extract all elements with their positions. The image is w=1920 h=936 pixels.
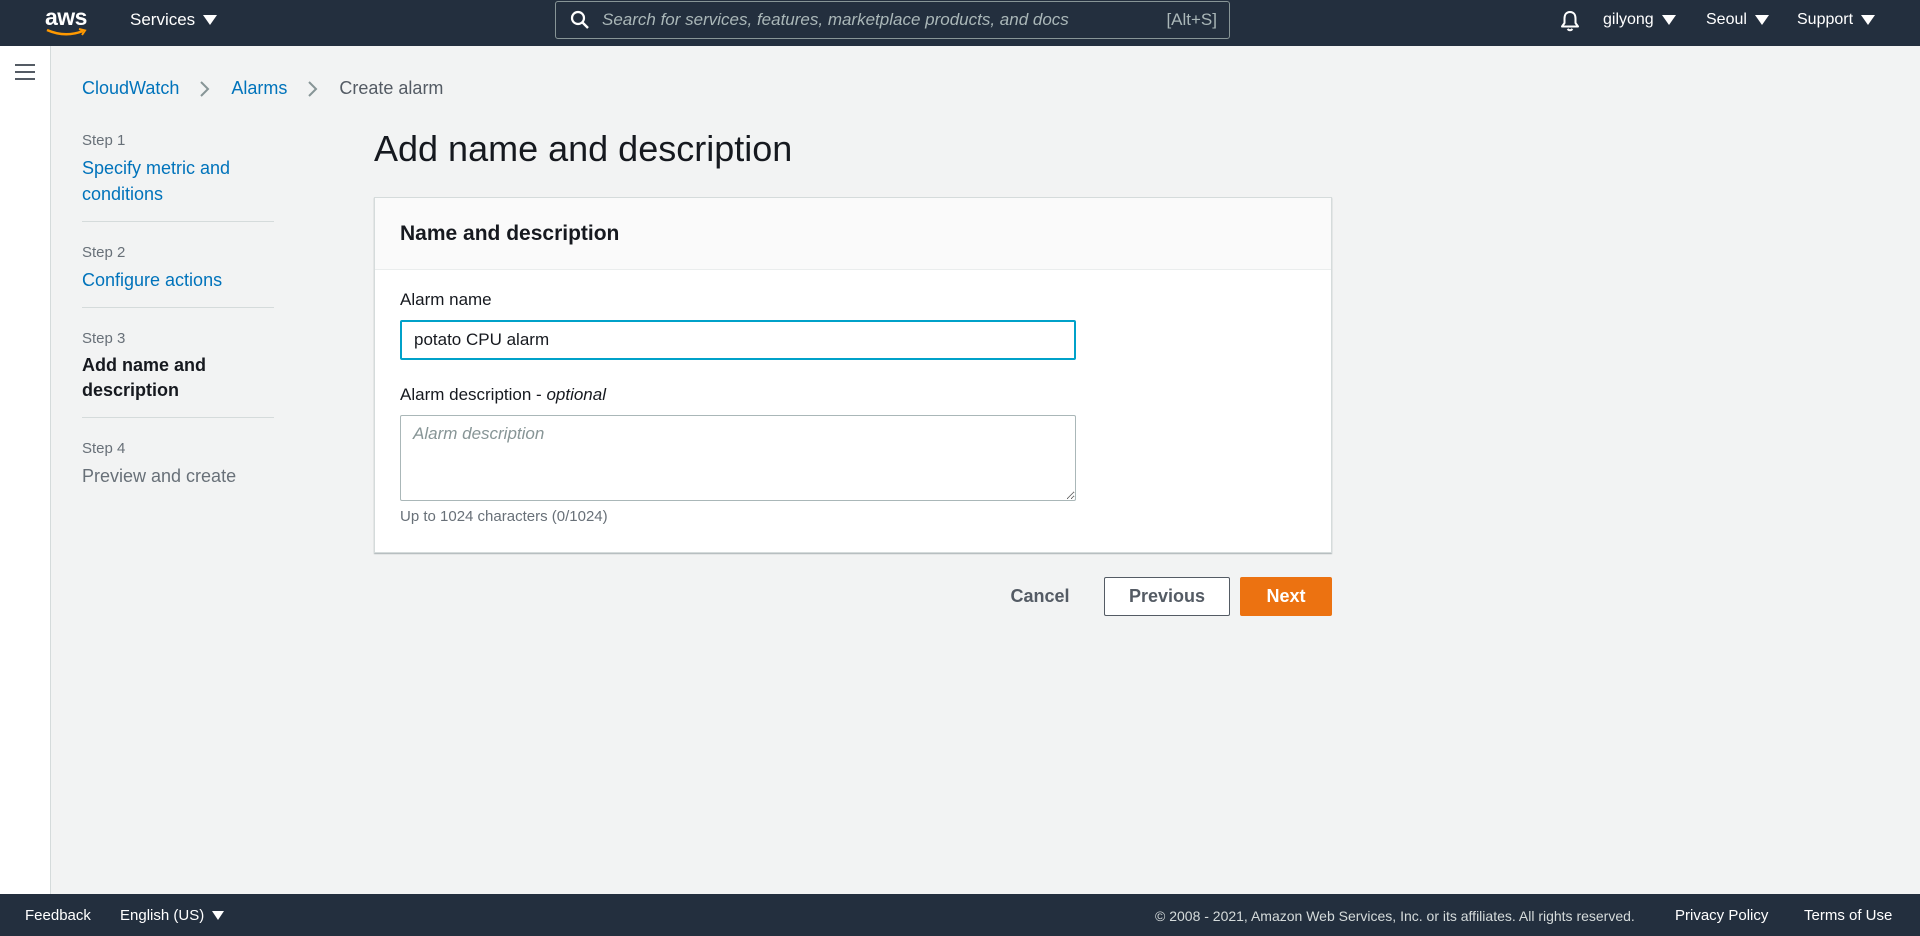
step-number: Step 3 bbox=[82, 330, 126, 347]
services-menu[interactable]: Services bbox=[130, 0, 218, 40]
language-selector[interactable]: English (US) bbox=[120, 907, 225, 924]
user-name: gilyong bbox=[1603, 11, 1654, 28]
step-number: Step 2 bbox=[82, 244, 126, 261]
language-label: English (US) bbox=[120, 907, 205, 924]
privacy-policy-link[interactable]: Privacy Policy bbox=[1675, 907, 1768, 924]
menu-hamburger-icon[interactable] bbox=[15, 64, 35, 80]
caret-down-icon bbox=[1754, 15, 1769, 25]
breadcrumb-alarms[interactable]: Alarms bbox=[231, 78, 287, 99]
wizard-steps: Step 1 Specify metric and conditions Ste… bbox=[82, 128, 274, 521]
step-link-specify-metric[interactable]: Specify metric and conditions bbox=[82, 155, 274, 207]
name-description-panel: Name and description Alarm name Alarm de… bbox=[374, 197, 1332, 553]
step-number: Step 1 bbox=[82, 132, 126, 149]
services-label: Services bbox=[130, 10, 196, 29]
search-icon bbox=[570, 10, 589, 29]
alarm-description-label-text: Alarm description bbox=[400, 385, 532, 404]
step-4: Step 4 Preview and create bbox=[82, 436, 274, 503]
step-number: Step 4 bbox=[82, 440, 126, 457]
character-limit-hint: Up to 1024 characters (0/1024) bbox=[400, 508, 608, 525]
step-3: Step 3 Add name and description bbox=[82, 326, 274, 418]
support-label: Support bbox=[1797, 11, 1854, 28]
search-input[interactable] bbox=[602, 10, 1167, 30]
terms-of-use-link[interactable]: Terms of Use bbox=[1804, 907, 1892, 924]
alarm-description-textarea[interactable] bbox=[400, 415, 1076, 501]
alarm-name-input[interactable] bbox=[400, 320, 1076, 360]
support-menu[interactable]: Support bbox=[1797, 0, 1876, 40]
step-2: Step 2 Configure actions bbox=[82, 240, 274, 308]
optional-tag: optional bbox=[546, 385, 606, 404]
alarm-description-label: Alarm description - optional bbox=[400, 385, 606, 404]
breadcrumb-cloudwatch[interactable]: CloudWatch bbox=[82, 78, 179, 99]
panel-header: Name and description bbox=[375, 198, 1331, 270]
caret-down-icon bbox=[203, 15, 218, 25]
aws-logo-text: aws bbox=[45, 4, 87, 30]
step-disabled-label: Preview and create bbox=[82, 466, 237, 486]
notifications-bell-icon[interactable] bbox=[1558, 9, 1582, 33]
cancel-button[interactable]: Cancel bbox=[1002, 577, 1078, 616]
caret-down-icon bbox=[1661, 15, 1676, 25]
alarm-name-label: Alarm name bbox=[400, 290, 492, 309]
side-navigation-rail bbox=[0, 46, 51, 894]
aws-logo[interactable]: aws bbox=[45, 6, 91, 38]
caret-down-icon bbox=[1861, 15, 1876, 25]
step-link-configure-actions[interactable]: Configure actions bbox=[82, 267, 274, 293]
global-search[interactable]: [Alt+S] bbox=[555, 1, 1230, 39]
footer: Feedback English (US) © 2008 - 2021, Ama… bbox=[0, 894, 1920, 936]
page-title: Add name and description bbox=[374, 128, 793, 169]
step-1: Step 1 Specify metric and conditions bbox=[82, 128, 274, 222]
copyright-text: © 2008 - 2021, Amazon Web Services, Inc.… bbox=[1155, 908, 1635, 924]
region-name: Seoul bbox=[1706, 11, 1747, 28]
chevron-right-icon bbox=[200, 80, 210, 97]
search-shortcut: [Alt+S] bbox=[1166, 10, 1217, 29]
caret-down-icon bbox=[212, 911, 225, 920]
previous-button[interactable]: Previous bbox=[1104, 577, 1230, 616]
top-navigation: aws Services [Alt+S] gilyong Seoul Suppo… bbox=[0, 0, 1920, 46]
region-menu[interactable]: Seoul bbox=[1706, 0, 1769, 40]
user-menu[interactable]: gilyong bbox=[1603, 0, 1676, 40]
next-button[interactable]: Next bbox=[1240, 577, 1332, 616]
breadcrumb-current: Create alarm bbox=[339, 78, 444, 98]
feedback-link[interactable]: Feedback bbox=[25, 907, 91, 924]
breadcrumb: CloudWatch Alarms Create alarm bbox=[82, 78, 443, 99]
step-current-label: Add name and description bbox=[82, 355, 207, 400]
chevron-right-icon bbox=[308, 80, 318, 97]
